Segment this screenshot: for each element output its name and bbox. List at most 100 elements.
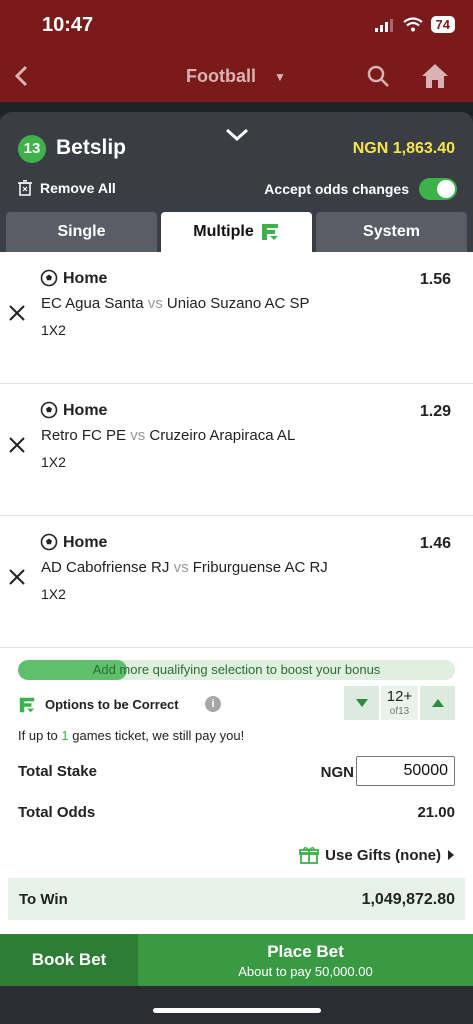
place-bet-button[interactable]: Place Bet About to pay 50,000.00 xyxy=(138,934,473,986)
home-icon[interactable] xyxy=(420,62,450,90)
guarantee-suffix: games ticket, we still pay you! xyxy=(72,728,245,743)
bet-pick: Home xyxy=(63,534,108,551)
triangle-up-icon xyxy=(431,699,444,707)
tab-system[interactable]: System xyxy=(316,212,467,252)
cellular-signal-icon xyxy=(374,18,393,32)
bet-pick: Home xyxy=(63,270,108,287)
vs-label: vs xyxy=(130,427,146,444)
home-team: AD Cabofriense RJ xyxy=(41,559,170,576)
bet-match: Retro FC PE vs Cruzeiro Arapiraca AL xyxy=(41,427,295,444)
to-win-label: To Win xyxy=(19,891,68,908)
soccer-ball-icon xyxy=(40,269,58,287)
trash-icon xyxy=(18,180,32,196)
home-team: EC Agua Santa xyxy=(41,295,144,312)
stepper-value-total: of13 xyxy=(389,706,410,717)
total-odds-label: Total Odds xyxy=(18,804,96,821)
betslip-title: Betslip xyxy=(56,136,127,159)
back-icon[interactable] xyxy=(10,62,34,90)
gift-icon xyxy=(299,847,320,864)
place-bet-amount: About to pay 50,000.00 xyxy=(238,964,373,979)
home-indicator-area xyxy=(0,986,473,1024)
bet-market: 1X2 xyxy=(41,322,66,338)
soccer-ball-icon xyxy=(40,533,58,551)
remove-all-button[interactable]: Remove All xyxy=(18,180,116,196)
guarantee-number: 1 xyxy=(61,728,69,743)
book-bet-label: Book Bet xyxy=(31,950,107,969)
selection-count-badge: 13 xyxy=(18,135,46,163)
bet-match: AD Cabofriense RJ vs Friburguense AC RJ xyxy=(41,559,328,576)
triangle-down-icon xyxy=(355,699,368,707)
options-correct-row: Options to be Correct i 12+ of13 xyxy=(18,686,455,724)
to-win-row: To Win 1,049,872.80 xyxy=(8,878,465,920)
away-team: Uniao Suzano AC SP xyxy=(166,295,310,312)
chevron-down-icon[interactable]: ▼ xyxy=(274,70,286,84)
bet-item: Home 1.56 EC Agua Santa vs Uniao Suzano … xyxy=(0,252,473,384)
status-icons: 74 xyxy=(374,16,455,33)
remove-all-label: Remove All xyxy=(40,180,116,196)
options-stepper: 12+ of13 xyxy=(344,686,455,720)
status-time: 10:47 xyxy=(42,14,94,36)
accept-odds-label: Accept odds changes xyxy=(264,181,409,197)
use-gifts-label: Use Gifts (none) xyxy=(325,846,441,864)
home-indicator xyxy=(153,1008,321,1013)
action-bar: Book Bet Place Bet About to pay 50,000.0… xyxy=(0,934,473,986)
total-stake-label: Total Stake xyxy=(18,763,97,780)
tab-system-label: System xyxy=(363,223,420,240)
flex-logo-icon xyxy=(19,697,35,713)
use-gifts-button[interactable]: Use Gifts (none) xyxy=(299,846,455,864)
soccer-ball-icon xyxy=(40,401,58,419)
away-team: Cruzeiro Arapiraca AL xyxy=(149,427,296,444)
bet-item: Home 1.29 Retro FC PE vs Cruzeiro Arapir… xyxy=(0,384,473,516)
stake-input[interactable] xyxy=(356,756,455,786)
total-odds-value: 21.00 xyxy=(417,804,455,821)
bet-market: 1X2 xyxy=(41,586,66,602)
info-icon[interactable]: i xyxy=(205,696,221,712)
tab-single-label: Single xyxy=(57,223,106,240)
battery-icon: 74 xyxy=(430,16,455,33)
search-icon[interactable] xyxy=(366,64,390,88)
tab-multiple[interactable]: Multiple xyxy=(161,212,312,252)
wifi-icon xyxy=(402,17,423,32)
bet-item: Home 1.46 AD Cabofriense RJ vs Friburgue… xyxy=(0,516,473,648)
tab-multiple-label: Multiple xyxy=(193,223,254,240)
flex-logo-icon xyxy=(261,224,278,240)
bet-odds: 1.46 xyxy=(419,535,451,552)
betslip-content: Home 1.56 EC Agua Santa vs Uniao Suzano … xyxy=(0,252,473,934)
tab-single[interactable]: Single xyxy=(6,212,157,252)
collapse-chevron-icon[interactable] xyxy=(224,126,250,144)
stepper-decrease-button[interactable] xyxy=(344,686,379,720)
status-bar: 10:47 74 xyxy=(0,0,473,52)
options-correct-label: Options to be Correct xyxy=(45,697,179,712)
stepper-value-number: 12+ xyxy=(386,688,413,705)
close-icon[interactable] xyxy=(8,304,26,322)
place-bet-label: Place Bet xyxy=(267,942,344,961)
bonus-progress-bar: Add more qualifying selection to boost y… xyxy=(18,660,455,680)
accept-odds-row: Accept odds changes xyxy=(264,178,457,200)
home-team: Retro FC PE xyxy=(41,427,127,444)
stake-currency: NGN xyxy=(320,764,354,781)
bonus-progress-text: Add more qualifying selection to boost y… xyxy=(92,662,381,677)
to-win-value: 1,049,872.80 xyxy=(361,891,455,908)
close-icon[interactable] xyxy=(8,436,26,454)
book-bet-button[interactable]: Book Bet xyxy=(0,934,138,986)
bet-odds: 1.56 xyxy=(419,271,451,288)
chevron-right-icon xyxy=(448,850,454,860)
stepper-increase-button[interactable] xyxy=(420,686,455,720)
accept-odds-toggle[interactable] xyxy=(419,178,457,200)
toggle-knob xyxy=(437,180,455,198)
vs-label: vs xyxy=(147,295,163,312)
close-icon[interactable] xyxy=(8,568,26,586)
bet-match: EC Agua Santa vs Uniao Suzano AC SP xyxy=(41,295,310,312)
nav-title[interactable]: Football xyxy=(186,66,256,87)
nav-bar: Football ▼ xyxy=(0,52,473,102)
account-balance: NGN 1,863.40 xyxy=(352,140,455,157)
bet-type-tabs: Single Multiple System xyxy=(6,212,467,252)
bet-market: 1X2 xyxy=(41,454,66,470)
guarantee-prefix: If up to xyxy=(18,728,58,743)
bet-pick: Home xyxy=(63,402,108,419)
away-team: Friburguense AC RJ xyxy=(192,559,328,576)
bet-odds: 1.29 xyxy=(419,403,451,420)
vs-label: vs xyxy=(173,559,189,576)
stepper-value: 12+ of13 xyxy=(381,686,418,720)
guarantee-text: If up to 1 games ticket, we still pay yo… xyxy=(18,728,244,743)
